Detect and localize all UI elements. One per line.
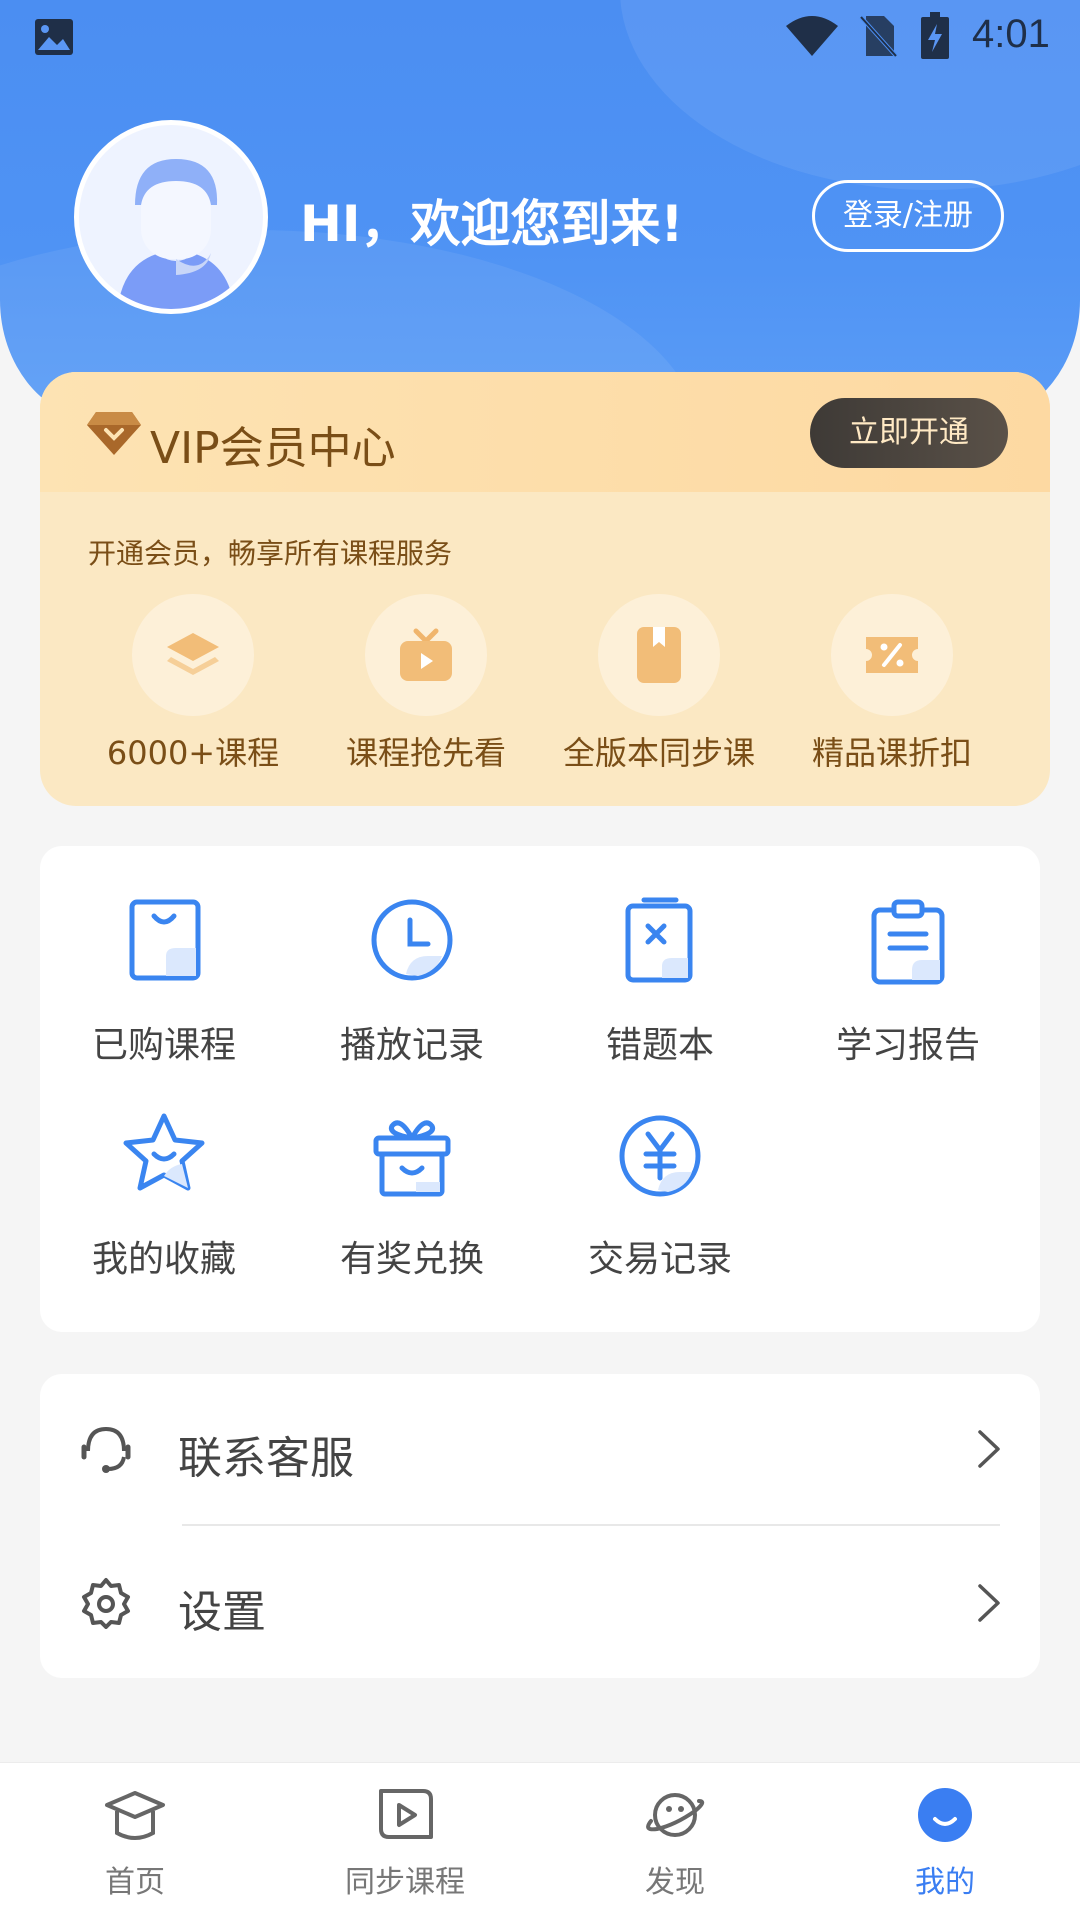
tab-home[interactable]: 首页 [0, 1785, 270, 1901]
star-icon [123, 1113, 205, 1191]
tab-discover[interactable]: 发现 [540, 1785, 810, 1901]
profile-smile-icon [918, 1788, 972, 1842]
avatar[interactable] [74, 120, 268, 314]
no-sim-icon [859, 15, 898, 58]
tab-label: 同步课程 [345, 1865, 465, 1900]
gallery-notification-icon [35, 19, 73, 55]
wrong-notebook-icon [625, 897, 693, 983]
planet-icon [646, 1793, 705, 1837]
grid-item-wrong-questions[interactable]: 错题本 [536, 896, 784, 1068]
menu-item-label: 设置 [178, 1587, 266, 1638]
grid-item-study-report[interactable]: 学习报告 [784, 896, 1032, 1068]
battery-charging-icon [921, 12, 949, 59]
shopping-bag-icon [129, 899, 201, 981]
graduation-cap-icon [105, 1791, 165, 1840]
grid-item-label: 已购课程 [91, 1025, 236, 1066]
chevron-right-icon [978, 1584, 1000, 1622]
status-time: 4:01 [972, 12, 1050, 56]
grid-item-play-history[interactable]: 播放记录 [288, 896, 536, 1068]
grid-item-purchased-courses[interactable]: 已购课程 [40, 896, 288, 1068]
status-bar: 4:01 [0, 0, 1080, 74]
layers-icon [167, 633, 219, 675]
menu-item-settings[interactable]: 设置 [40, 1528, 1040, 1678]
grid-item-label: 交易记录 [587, 1239, 732, 1280]
menu-item-customer-service[interactable]: 联系客服 [40, 1374, 1040, 1524]
grid-item-label: 错题本 [605, 1025, 714, 1066]
tab-label: 首页 [105, 1865, 165, 1900]
vip-benefit-label: 全版本同步课 [562, 734, 755, 772]
menu-list-card: 联系客服 设置 [40, 1374, 1040, 1678]
vip-title: VIP会员中心 [150, 423, 396, 474]
gear-icon [82, 1578, 130, 1629]
grid-item-reward-exchange[interactable]: 有奖兑换 [288, 1110, 536, 1282]
gift-icon [373, 1120, 451, 1197]
vip-benefit-label: 精品课折扣 [811, 734, 972, 772]
bottom-tab-bar: 首页 同步课程 发现 我的 [0, 1762, 1080, 1920]
headset-icon [81, 1426, 131, 1473]
tab-label: 发现 [645, 1865, 705, 1900]
vip-diamond-icon [87, 412, 141, 455]
vip-benefit-label: 6000+课程 [106, 734, 280, 772]
grid-item-transactions[interactable]: 交易记录 [536, 1110, 784, 1282]
vip-benefit-sync-course[interactable]: 全版本同步课 [544, 594, 774, 774]
welcome-greeting: HI，欢迎您到来! [300, 195, 684, 253]
grid-item-label: 学习报告 [835, 1025, 980, 1066]
play-box-icon [379, 1789, 433, 1839]
chevron-right-icon [978, 1430, 1000, 1468]
vip-benefit-courses[interactable]: 6000+课程 [78, 594, 308, 774]
clock-icon [371, 899, 453, 981]
vip-subtitle: 开通会员，畅享所有课程服务 [88, 537, 453, 570]
login-register-button[interactable]: 登录/注册 [812, 180, 1004, 252]
feature-grid-card: 已购课程 播放记录 错题本 学习报告 我的收藏 有奖兑换 交易记录 [40, 846, 1040, 1332]
menu-item-label: 联系客服 [178, 1433, 354, 1484]
yuan-icon [619, 1115, 701, 1197]
vip-member-card: VIP会员中心 立即开通 开通会员，畅享所有课程服务 6000+课程 课程抢先看 [40, 372, 1050, 806]
grid-item-favorites[interactable]: 我的收藏 [40, 1110, 288, 1282]
wifi-icon [786, 16, 838, 56]
menu-divider [182, 1524, 1000, 1526]
grid-item-label: 有奖兑换 [339, 1239, 484, 1280]
vip-open-button[interactable]: 立即开通 [810, 398, 1008, 468]
vip-benefit-label: 课程抢先看 [345, 734, 506, 772]
clipboard-icon [871, 899, 945, 985]
tab-sync-courses[interactable]: 同步课程 [270, 1785, 540, 1901]
vip-benefit-preview[interactable]: 课程抢先看 [311, 594, 541, 774]
vip-benefit-discount[interactable]: 精品课折扣 [777, 594, 1007, 774]
tv-play-icon [400, 628, 452, 681]
book-icon [637, 627, 681, 683]
tab-label: 我的 [915, 1865, 975, 1900]
discount-ticket-icon [866, 637, 918, 673]
grid-item-label: 播放记录 [339, 1025, 484, 1066]
tab-mine[interactable]: 我的 [810, 1785, 1080, 1901]
grid-item-label: 我的收藏 [91, 1239, 236, 1280]
